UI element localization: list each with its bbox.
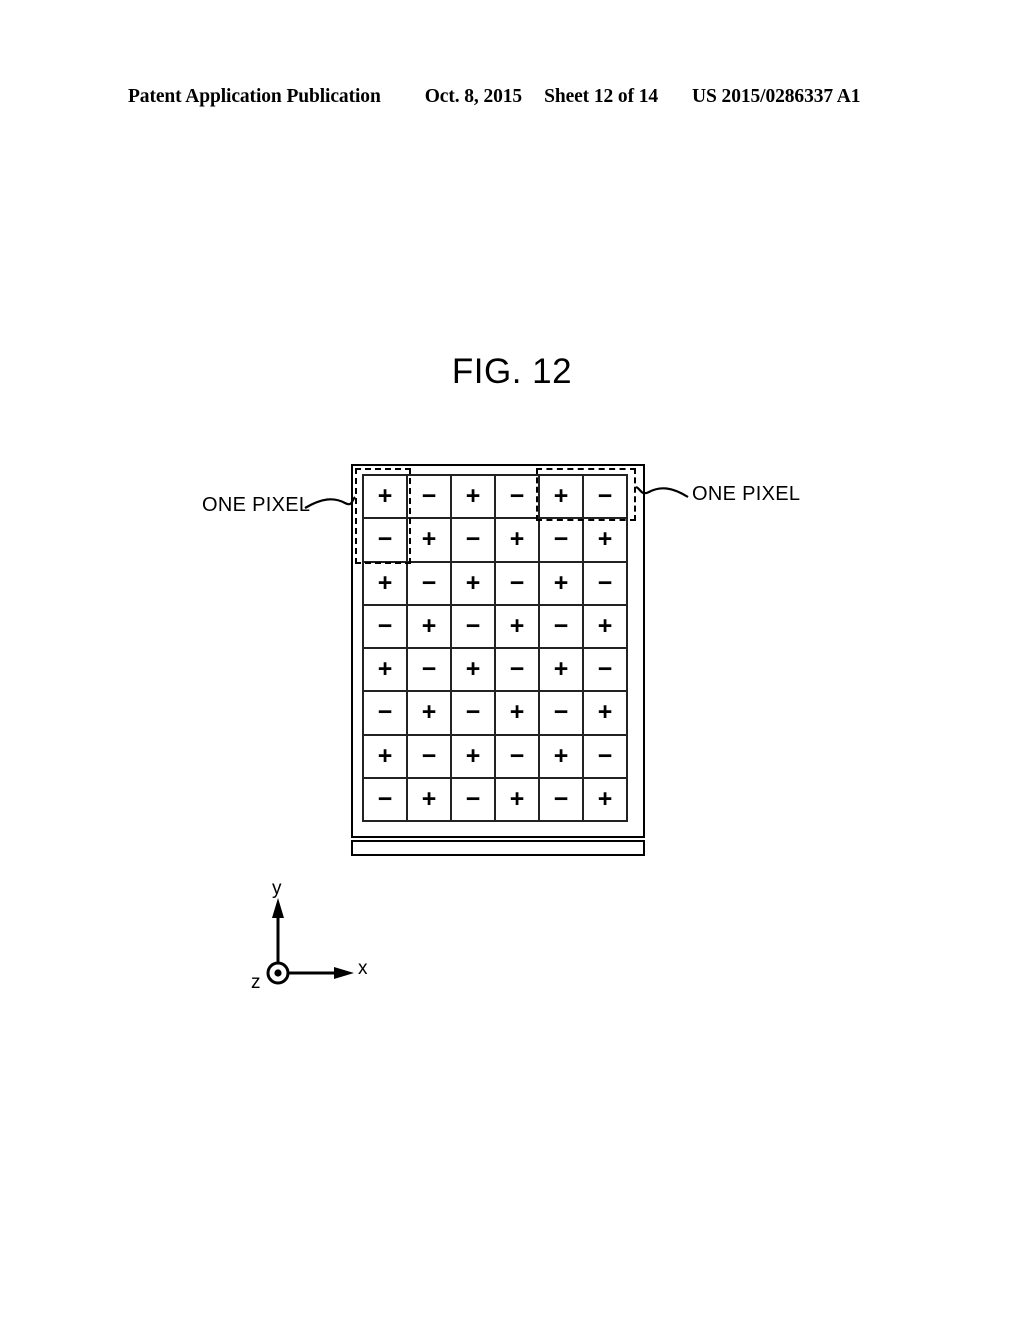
pixel-cell: + bbox=[452, 649, 496, 693]
pixel-cell: − bbox=[540, 692, 584, 736]
pixel-cell: + bbox=[540, 649, 584, 693]
pixel-cell: + bbox=[408, 778, 452, 822]
pixel-cell: − bbox=[408, 735, 452, 779]
pixel-cell: − bbox=[452, 692, 496, 736]
pixel-cell: − bbox=[452, 605, 496, 649]
pixel-cell: − bbox=[540, 519, 584, 563]
pixel-cell: + bbox=[452, 562, 496, 606]
pixel-cell: + bbox=[496, 605, 540, 649]
pixel-cell: + bbox=[452, 476, 496, 520]
figure-drawing: + − + − + − − + − + − + + − + − + − − + − + − + + − + − + − − + − + − + + − + −… bbox=[0, 0, 1024, 1320]
one-pixel-label-right: ONE PIXEL bbox=[692, 483, 801, 505]
pixel-cell: − bbox=[364, 605, 408, 649]
pixel-cell: − bbox=[540, 605, 584, 649]
pixel-cell: − bbox=[452, 778, 496, 822]
pixel-cell: − bbox=[496, 562, 540, 606]
pixel-cell: + bbox=[540, 735, 584, 779]
pixel-cell: − bbox=[364, 692, 408, 736]
pixel-cell: − bbox=[408, 476, 452, 520]
pixel-cell: + bbox=[496, 692, 540, 736]
one-pixel-label-left: ONE PIXEL bbox=[202, 494, 311, 516]
pixel-cell: + bbox=[584, 692, 628, 736]
pixel-cell: − bbox=[408, 649, 452, 693]
axis-label-z: z bbox=[251, 972, 261, 993]
pixel-cell: − bbox=[496, 649, 540, 693]
axis-label-x: x bbox=[358, 958, 368, 979]
one-pixel-region-right bbox=[536, 468, 636, 521]
pixel-cell: + bbox=[584, 519, 628, 563]
pixel-cell: + bbox=[408, 692, 452, 736]
pixel-cell: + bbox=[408, 519, 452, 563]
pixel-cell: + bbox=[408, 605, 452, 649]
pixel-cell: − bbox=[408, 562, 452, 606]
pixel-cell: − bbox=[364, 778, 408, 822]
pixel-cell: − bbox=[584, 735, 628, 779]
pixel-cell: + bbox=[584, 605, 628, 649]
axis-label-y: y bbox=[272, 878, 282, 899]
pixel-cell: − bbox=[496, 735, 540, 779]
pixel-cell: + bbox=[496, 519, 540, 563]
pixel-cell: − bbox=[496, 476, 540, 520]
pixel-cell: − bbox=[584, 562, 628, 606]
pixel-cell: + bbox=[584, 778, 628, 822]
pixel-cell: + bbox=[496, 778, 540, 822]
pixel-cell: − bbox=[452, 519, 496, 563]
pixel-cell: − bbox=[540, 778, 584, 822]
one-pixel-region-left bbox=[355, 468, 411, 564]
pixel-cell: + bbox=[452, 735, 496, 779]
pixel-cell: + bbox=[540, 562, 584, 606]
pixel-cell: + bbox=[364, 562, 408, 606]
coordinate-axes: y x z bbox=[248, 878, 378, 996]
pixel-cell: + bbox=[364, 735, 408, 779]
pixel-cell: − bbox=[584, 649, 628, 693]
panel-terminal-bar bbox=[351, 840, 645, 856]
pixel-cell: + bbox=[364, 649, 408, 693]
